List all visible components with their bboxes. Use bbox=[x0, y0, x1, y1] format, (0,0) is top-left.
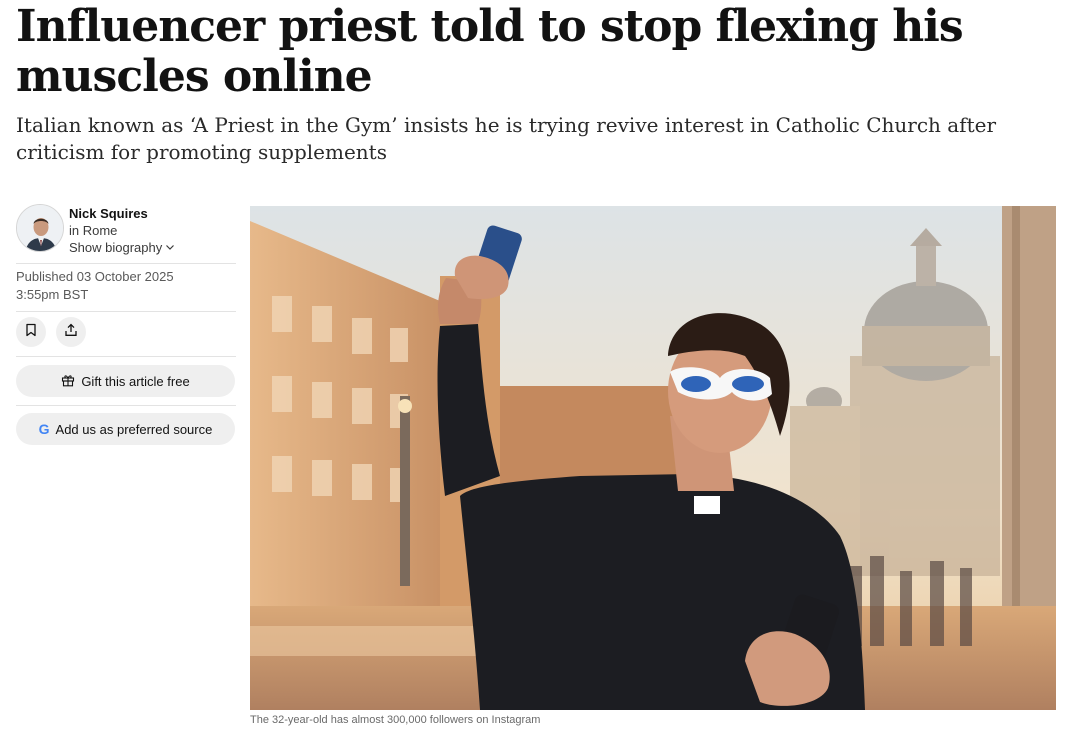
headline: Influencer priest told to stop flexing h… bbox=[16, 1, 964, 102]
published-info: Published 03 October 2025 3:55pm BST bbox=[16, 268, 174, 304]
sidebar-divider bbox=[16, 311, 236, 312]
bookmark-icon bbox=[24, 323, 38, 342]
published-date: Published 03 October 2025 bbox=[16, 269, 174, 284]
author-avatar[interactable] bbox=[16, 204, 64, 252]
author-name[interactable]: Nick Squires bbox=[69, 206, 148, 221]
show-biography-label: Show biography bbox=[69, 240, 163, 255]
sidebar-divider bbox=[16, 263, 236, 264]
published-time: 3:55pm BST bbox=[16, 287, 89, 302]
sidebar-divider bbox=[16, 356, 236, 357]
show-biography-toggle[interactable]: Show biography bbox=[69, 240, 175, 255]
preferred-source-label: Add us as preferred source bbox=[55, 421, 213, 437]
chevron-down-icon bbox=[165, 240, 175, 255]
bookmark-button[interactable] bbox=[16, 317, 46, 347]
article-photo bbox=[250, 206, 1056, 710]
share-icon bbox=[64, 323, 78, 342]
gift-article-button[interactable]: Gift this article free bbox=[16, 365, 235, 397]
preferred-source-button[interactable]: G Add us as preferred source bbox=[16, 413, 235, 445]
article-sidebar: Nick Squires in Rome Show biography Publ… bbox=[16, 204, 236, 445]
standfirst: Italian known as ‘A Priest in the Gym’ i… bbox=[16, 113, 997, 164]
gift-article-label: Gift this article free bbox=[81, 373, 190, 389]
sidebar-divider bbox=[16, 405, 236, 406]
author-block: Nick Squires in Rome Show biography bbox=[16, 204, 236, 260]
share-button[interactable] bbox=[56, 317, 86, 347]
priest-selfie-illustration bbox=[250, 206, 1056, 710]
author-location: in Rome bbox=[69, 223, 118, 238]
photo-caption: The 32-year-old has almost 300,000 follo… bbox=[250, 714, 541, 726]
google-icon: G bbox=[38, 421, 50, 437]
gift-icon bbox=[61, 373, 75, 390]
